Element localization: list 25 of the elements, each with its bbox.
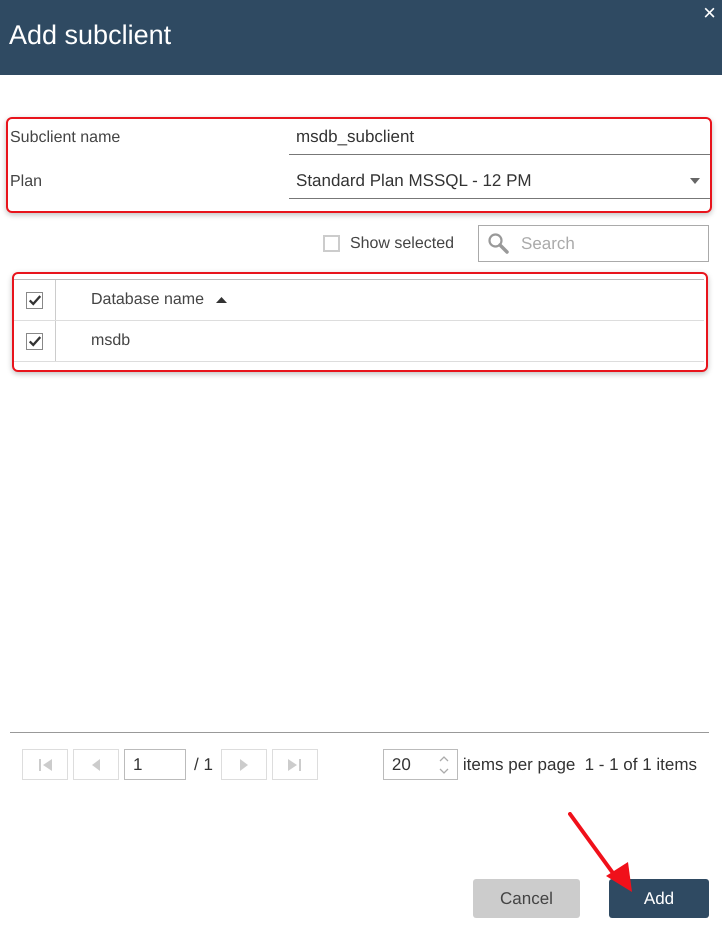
checkbox-label: Show selected bbox=[350, 234, 454, 252]
input-field[interactable]: msdb_subclient bbox=[289, 127, 710, 155]
close-button[interactable]: × bbox=[699, 0, 720, 26]
items-summary: 1 - 1 of 1 items bbox=[584, 754, 697, 774]
column-header[interactable]: Database name bbox=[91, 291, 227, 309]
page-size-label: items per page bbox=[462, 754, 576, 774]
page-input[interactable]: 1 bbox=[124, 749, 186, 780]
last-page-icon bbox=[286, 758, 303, 772]
field-label: Subclient name bbox=[10, 129, 122, 148]
dialog-title: Add subclient bbox=[9, 20, 172, 51]
table-cell: msdb bbox=[91, 332, 130, 350]
search-icon bbox=[487, 232, 509, 254]
search-field[interactable]: Search bbox=[478, 225, 709, 262]
cancel-button[interactable]: Cancel bbox=[473, 879, 580, 918]
field-label: Plan bbox=[10, 173, 44, 192]
checkbox[interactable] bbox=[322, 235, 340, 252]
first-page-icon bbox=[37, 758, 53, 772]
select-all-checkbox[interactable] bbox=[26, 292, 43, 308]
spinner-icon bbox=[438, 754, 449, 776]
page-total: / 1 bbox=[194, 754, 213, 774]
add-button[interactable]: Add bbox=[609, 879, 709, 918]
row-checkbox[interactable] bbox=[26, 332, 43, 350]
caret-icon bbox=[690, 178, 700, 184]
page-size-field[interactable]: 20 bbox=[382, 749, 458, 780]
plan-dropdown[interactable]: Standard Plan MSSQL - 12 PM bbox=[289, 171, 710, 199]
